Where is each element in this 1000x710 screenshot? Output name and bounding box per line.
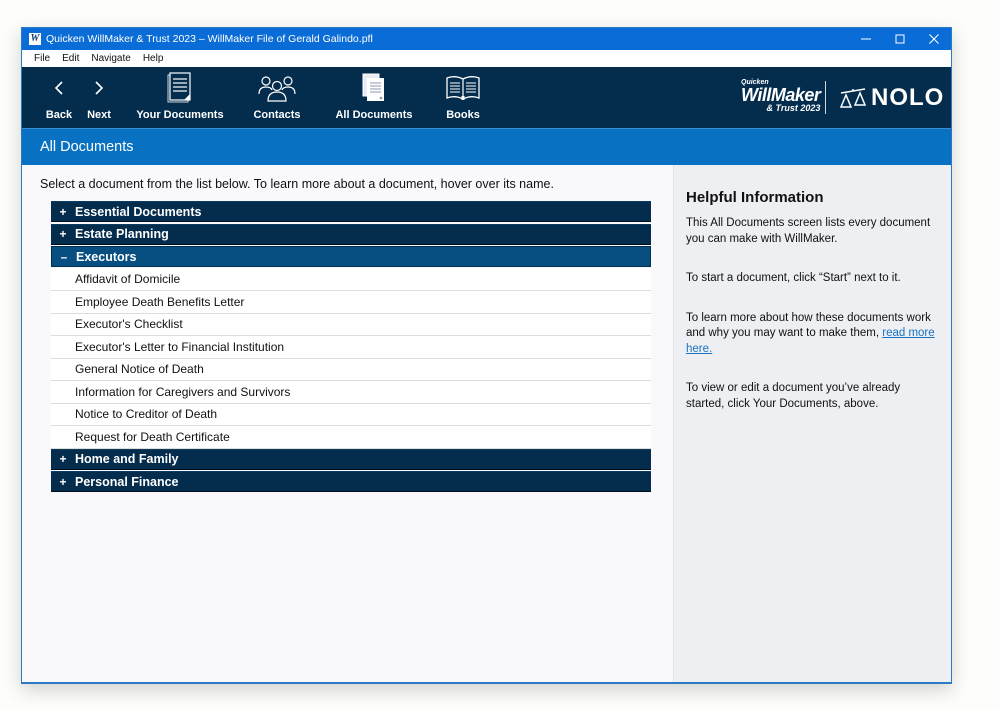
your-documents-button[interactable]: Your Documents bbox=[134, 67, 226, 128]
document-item[interactable]: Executor's Checklist bbox=[51, 313, 651, 336]
menu-bar: File Edit Navigate Help bbox=[22, 50, 951, 67]
contacts-label: Contacts bbox=[253, 109, 301, 121]
category-label: Executors bbox=[76, 249, 137, 264]
help-paragraph-4: To view or edit a document you’ve alread… bbox=[686, 382, 901, 410]
next-button[interactable]: Next bbox=[84, 67, 114, 128]
back-label: Back bbox=[45, 109, 73, 121]
willmaker-logo: Quicken WillMaker & Trust 2023 bbox=[741, 79, 821, 113]
expand-icon: + bbox=[59, 452, 67, 466]
help-paragraph-1: This All Documents screen lists every do… bbox=[686, 217, 931, 245]
collapse-icon: – bbox=[60, 249, 68, 264]
all-documents-button[interactable]: All Documents bbox=[332, 67, 416, 128]
all-documents-label: All Documents bbox=[335, 109, 413, 121]
help-paragraph-2: To start a document, click “Start” next … bbox=[686, 272, 901, 284]
chevron-left-icon bbox=[53, 71, 65, 105]
books-button[interactable]: Books bbox=[442, 67, 484, 128]
document-item[interactable]: General Notice of Death bbox=[51, 358, 651, 381]
menu-file[interactable]: File bbox=[28, 53, 56, 64]
app-icon: W bbox=[29, 33, 41, 45]
maximize-button[interactable] bbox=[883, 28, 917, 50]
close-button[interactable] bbox=[917, 28, 951, 50]
expand-icon: + bbox=[59, 227, 67, 241]
trust-text: & Trust 2023 bbox=[766, 103, 821, 113]
category-home-and-family[interactable]: + Home and Family bbox=[51, 448, 651, 470]
willmaker-text: WillMaker bbox=[741, 85, 821, 105]
documents-icon bbox=[362, 71, 386, 105]
document-item[interactable]: Employee Death Benefits Letter bbox=[51, 291, 651, 314]
nolo-logo: NOLO bbox=[839, 84, 944, 112]
category-label: Estate Planning bbox=[75, 227, 169, 241]
document-list: + Essential Documents + Estate Planning – Exe… bbox=[51, 201, 651, 494]
expand-icon: + bbox=[59, 474, 67, 489]
brand-divider bbox=[825, 81, 826, 114]
document-item[interactable]: Affidavit of Domicile bbox=[51, 268, 651, 291]
minimize-icon bbox=[861, 38, 871, 40]
document-item[interactable]: Request for Death Certificate bbox=[51, 426, 651, 449]
nolo-text: NOLO bbox=[871, 84, 945, 111]
category-executors[interactable]: – Executors bbox=[51, 246, 651, 267]
title-bar: W Quicken WillMaker & Trust 2023 – WillM… bbox=[22, 28, 951, 50]
toolbar: Back Next Your Documents Contacts All Do… bbox=[22, 67, 951, 128]
your-documents-label: Your Documents bbox=[136, 109, 224, 121]
helpful-information-panel: Helpful Information This All Documents s… bbox=[673, 165, 951, 682]
category-estate-planning[interactable]: + Estate Planning bbox=[51, 223, 651, 245]
document-stack-icon bbox=[167, 71, 193, 105]
page-title: All Documents bbox=[22, 128, 951, 165]
menu-help[interactable]: Help bbox=[137, 53, 170, 64]
document-item[interactable]: Notice to Creditor of Death bbox=[51, 403, 651, 426]
brand-area: Quicken WillMaker & Trust 2023 NOLO bbox=[721, 67, 951, 128]
minimize-button[interactable] bbox=[849, 28, 883, 50]
content-area: Select a document from the list below. T… bbox=[22, 165, 951, 682]
category-label: Essential Documents bbox=[75, 204, 202, 219]
category-personal-finance[interactable]: + Personal Finance bbox=[51, 471, 651, 492]
books-label: Books bbox=[446, 109, 480, 121]
category-label: Personal Finance bbox=[75, 474, 179, 489]
document-item[interactable]: Executor's Letter to Financial Instituti… bbox=[51, 336, 651, 359]
close-icon bbox=[929, 34, 939, 44]
expand-icon: + bbox=[59, 204, 67, 219]
menu-edit[interactable]: Edit bbox=[56, 53, 85, 64]
contacts-button[interactable]: Contacts bbox=[250, 67, 304, 128]
window-title: Quicken WillMaker & Trust 2023 – WillMak… bbox=[46, 33, 373, 45]
category-label: Home and Family bbox=[75, 452, 179, 466]
instructions-text: Select a document from the list below. T… bbox=[40, 177, 554, 191]
chevron-right-icon bbox=[93, 71, 105, 105]
document-item[interactable]: Information for Caregivers and Survivors bbox=[51, 381, 651, 404]
contacts-icon bbox=[257, 71, 297, 105]
menu-navigate[interactable]: Navigate bbox=[85, 53, 136, 64]
next-label: Next bbox=[87, 109, 111, 121]
book-icon bbox=[445, 71, 481, 105]
scales-icon bbox=[839, 88, 867, 108]
back-button[interactable]: Back bbox=[44, 67, 74, 128]
help-paragraph-3: To learn more about how these documents … bbox=[686, 311, 939, 358]
document-browser: Select a document from the list below. T… bbox=[22, 165, 673, 682]
maximize-icon bbox=[895, 34, 905, 44]
app-window: W Quicken WillMaker & Trust 2023 – WillM… bbox=[21, 27, 952, 684]
category-essential-documents[interactable]: + Essential Documents bbox=[51, 201, 651, 222]
help-title: Helpful Information bbox=[686, 189, 824, 206]
